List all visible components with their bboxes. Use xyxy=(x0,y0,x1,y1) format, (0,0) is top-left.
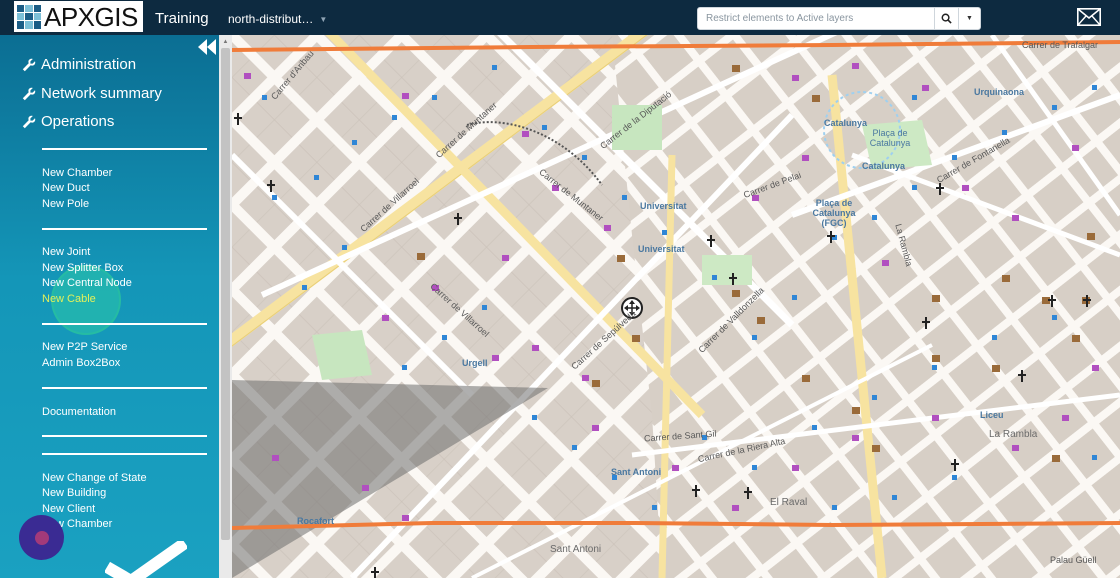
project-name: north-distribut… xyxy=(228,12,314,26)
menu-item-documentation[interactable]: Documentation xyxy=(42,406,116,418)
menu-item-new-change-of-state[interactable]: New Change of State xyxy=(42,472,147,484)
logo-text: APXGIS xyxy=(44,1,138,32)
app-logo: APXGIS xyxy=(14,1,143,32)
menu-item-admin-box2box[interactable]: Admin Box2Box xyxy=(42,357,120,369)
sidebar-scroll-thumb[interactable] xyxy=(221,48,230,540)
map-label-station: Plaça de Catalunya (FGC) xyxy=(812,198,856,228)
map-label-district: El Raval xyxy=(770,497,808,508)
caret-down-icon: ▼ xyxy=(966,15,973,22)
map-view[interactable]: Carrer d'Aribau Carrer de Muntaner Carre… xyxy=(232,35,1120,578)
logo-mark-icon xyxy=(17,4,41,29)
map-label-station: Catalunya xyxy=(862,161,906,171)
project-selector[interactable]: north-distribut… ▼ xyxy=(228,12,327,26)
map-canvas xyxy=(232,35,1120,578)
menu-item-new-joint[interactable]: New Joint xyxy=(42,246,90,258)
menu-network-summary[interactable]: Network summary xyxy=(22,85,162,102)
search-icon xyxy=(941,13,952,24)
checkmark-icon xyxy=(105,541,187,578)
map-label-station: Liceu xyxy=(980,410,1004,420)
menu-item-new-client[interactable]: New Client xyxy=(42,503,95,515)
menu-item-new-cable[interactable]: New Cable xyxy=(42,293,96,305)
map-label-station: Sant Antoni xyxy=(611,467,662,477)
search-options-button[interactable]: ▼ xyxy=(959,7,981,30)
menu-administration[interactable]: Administration xyxy=(22,56,136,73)
search-button[interactable] xyxy=(935,7,959,30)
divider xyxy=(42,323,207,325)
search-input[interactable] xyxy=(697,7,935,30)
divider xyxy=(42,228,207,230)
map-label-station: Urquinaona xyxy=(974,87,1025,97)
app-title: Training xyxy=(155,10,209,27)
record-icon xyxy=(34,530,49,545)
layer-search: ▼ xyxy=(697,7,981,30)
menu-operations-label: Operations xyxy=(41,113,115,130)
mail-icon[interactable] xyxy=(1077,8,1101,26)
map-label-station: Catalunya xyxy=(824,118,868,128)
divider xyxy=(42,435,207,437)
map-label: Carrer de Trafalgar xyxy=(1022,40,1099,50)
wrench-icon xyxy=(22,115,36,128)
divider xyxy=(42,148,207,150)
menu-item-new-p2p-service[interactable]: New P2P Service xyxy=(42,341,127,353)
map-label-station: Universitat xyxy=(640,201,687,211)
menu-network-summary-label: Network summary xyxy=(41,85,162,102)
menu-operations[interactable]: Operations xyxy=(22,113,114,130)
map-label-district: Sant Antoni xyxy=(550,544,602,555)
map-label-district: La Rambla xyxy=(989,429,1038,440)
caret-down-icon: ▼ xyxy=(319,14,328,24)
divider xyxy=(42,453,207,455)
menu-item-new-pole[interactable]: New Pole xyxy=(42,198,89,210)
floating-action-button[interactable] xyxy=(19,515,64,560)
sidebar: Administration Network summary Operation… xyxy=(0,35,219,578)
scroll-up-icon[interactable]: ▲ xyxy=(221,38,230,46)
menu-item-new-chamber[interactable]: New Chamber xyxy=(42,167,112,179)
map-label-station: Plaça de Catalunya xyxy=(869,128,911,148)
map-label: Palau Güell xyxy=(1050,555,1097,565)
menu-administration-label: Administration xyxy=(41,56,137,73)
divider xyxy=(42,387,207,389)
map-label-station: Urgell xyxy=(462,358,488,368)
menu-item-new-splitter-box[interactable]: New Splitter Box xyxy=(42,262,123,274)
wrench-icon xyxy=(22,87,36,100)
menu-item-new-building[interactable]: New Building xyxy=(42,487,106,499)
collapse-sidebar-icon[interactable] xyxy=(198,39,216,55)
top-bar: APXGIS Training north-distribut… ▼ ▼ xyxy=(0,0,1120,35)
wrench-icon xyxy=(22,58,36,71)
map-label-station: Rocafort xyxy=(297,516,335,526)
menu-item-new-duct[interactable]: New Duct xyxy=(42,182,90,194)
menu-item-new-central-node[interactable]: New Central Node xyxy=(42,277,132,289)
map-label-station: Universitat xyxy=(638,244,685,254)
